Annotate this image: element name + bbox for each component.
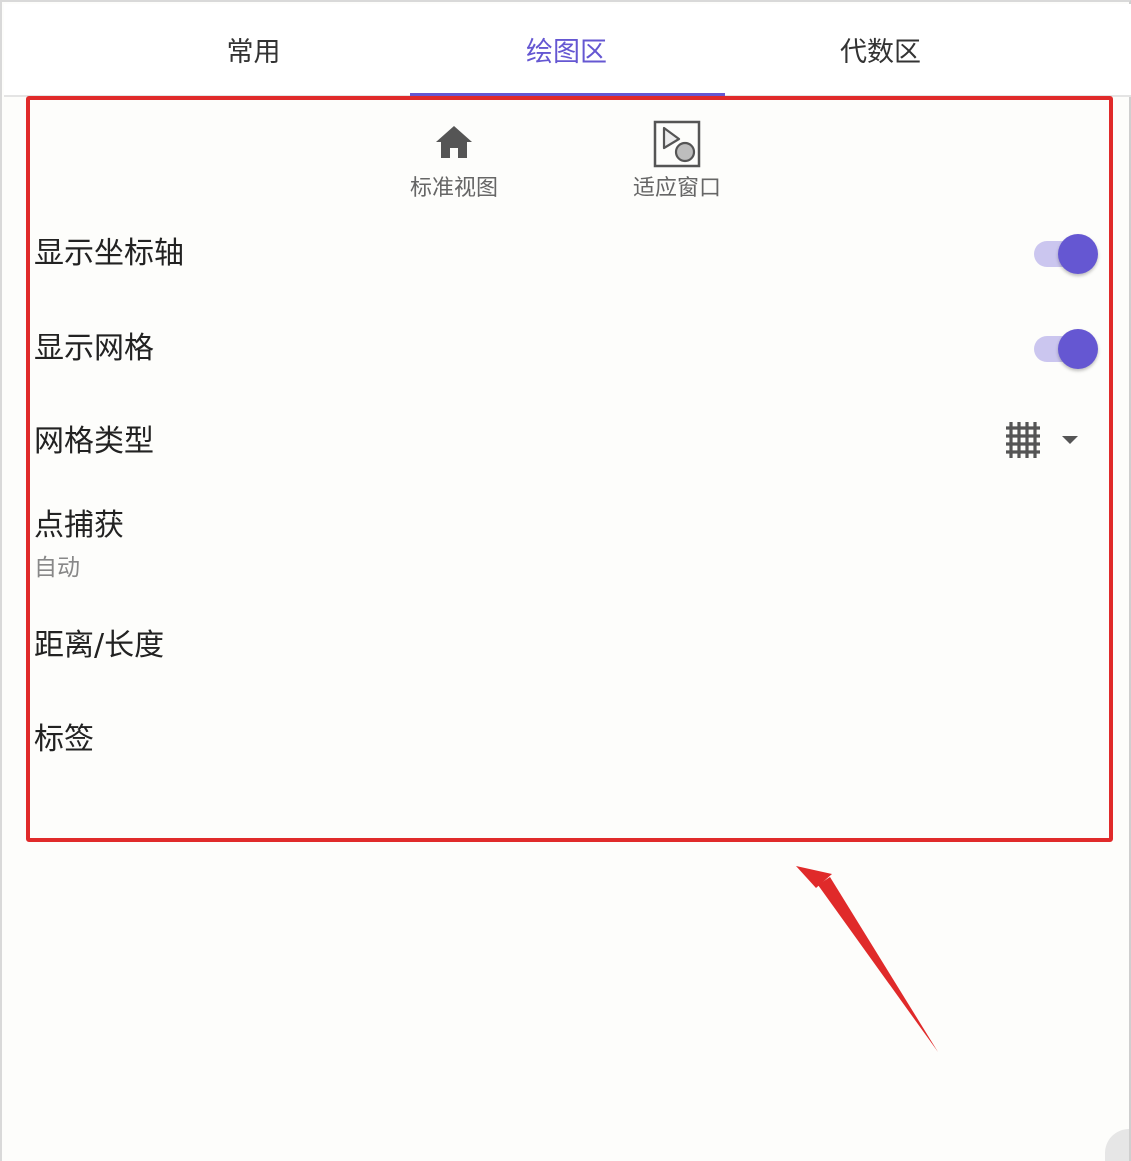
standard-view-label: 标准视图 xyxy=(409,176,498,201)
fit-window-label: 适应窗口 xyxy=(632,176,721,201)
grid-icon xyxy=(1006,422,1040,458)
show-axes-label: 显示坐标轴 xyxy=(34,236,184,271)
grid-type-dropdown[interactable] xyxy=(1004,418,1088,462)
grid-type-label: 网格类型 xyxy=(34,424,154,459)
tab-algebra[interactable]: 代数区 xyxy=(724,4,1037,95)
point-capture-row[interactable]: 点捕获 自动 xyxy=(34,506,1100,584)
active-tab-indicator xyxy=(410,93,725,98)
distance-length-row[interactable]: 距离/长度 xyxy=(34,626,1100,668)
home-icon xyxy=(436,126,472,158)
show-axes-switch[interactable] xyxy=(1034,234,1100,274)
show-grid-row[interactable]: 显示网格 xyxy=(34,329,1100,371)
view-toolbar: 标准视图 适应窗口 xyxy=(2,120,1131,202)
grid-type-row[interactable]: 网格类型 xyxy=(34,422,1100,464)
show-grid-label: 显示网格 xyxy=(34,331,154,366)
tab-graphics[interactable]: 绘图区 xyxy=(410,4,723,95)
fit-window-icon xyxy=(653,120,701,168)
chevron-down-icon xyxy=(1062,436,1078,444)
tab-common[interactable]: 常用 xyxy=(97,4,410,95)
switch-thumb xyxy=(1058,329,1098,369)
point-capture-value: 自动 xyxy=(34,555,80,581)
show-axes-row[interactable]: 显示坐标轴 xyxy=(34,234,1100,276)
show-grid-switch[interactable] xyxy=(1034,329,1100,369)
point-capture-label: 点捕获 xyxy=(34,508,124,543)
window-corner xyxy=(1105,1129,1129,1161)
fit-window-button[interactable]: 适应窗口 xyxy=(607,120,747,202)
switch-thumb xyxy=(1058,234,1098,274)
labels-label: 标签 xyxy=(34,722,94,757)
labels-row[interactable]: 标签 xyxy=(34,720,1100,762)
tab-bar: 常用 绘图区 代数区 xyxy=(4,4,1131,98)
settings-panel: 常用 绘图区 代数区 标准视图 适应窗口 显示坐标轴 显示网格 网格类型 点捕获… xyxy=(0,0,1131,1161)
standard-view-button[interactable]: 标准视图 xyxy=(384,120,524,202)
distance-length-label: 距离/长度 xyxy=(34,628,165,663)
